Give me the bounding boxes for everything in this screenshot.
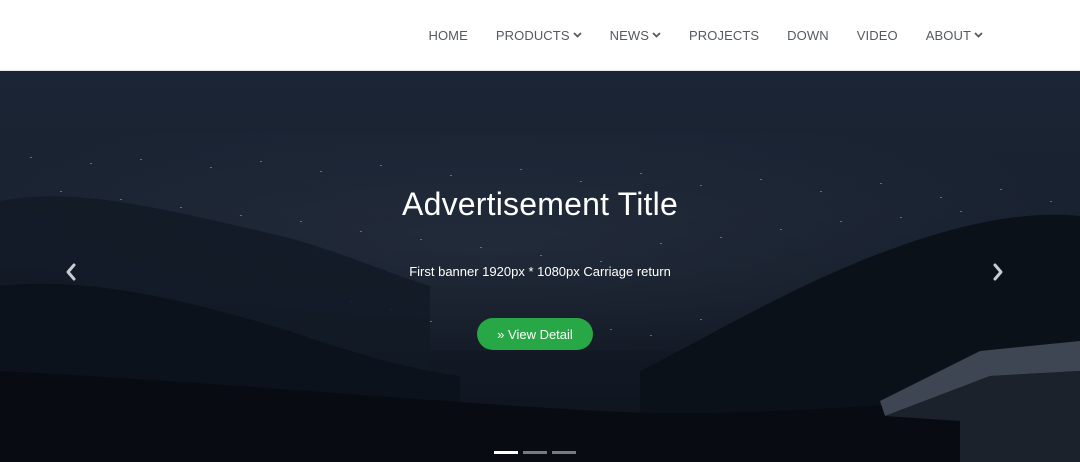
chevron-right-icon[interactable] [991,262,1005,282]
nav-item-label: NEWS [609,28,650,43]
slide-indicator-2[interactable] [523,451,547,454]
nav-item-label: HOME [428,28,468,43]
slide-indicators [494,451,576,454]
nav-item-products[interactable]: PRODUCTS [496,28,582,43]
slide-indicator-3[interactable] [552,451,576,454]
chevron-down-icon [572,30,582,39]
chevron-down-icon [974,30,983,39]
view-detail-button[interactable]: » View Detail [477,318,593,350]
nav-item-projects[interactable]: PROJECTS [689,28,759,43]
nav-item-video[interactable]: VIDEO [857,28,898,43]
nav-item-label: DOWN [787,28,829,43]
hero-banner: Advertisement Title First banner 1920px … [0,71,1080,462]
nav-item-down[interactable]: DOWN [787,28,829,43]
nav-item-label: VIDEO [856,28,898,43]
nav-item-news[interactable]: NEWS [610,28,661,43]
site-header: HOME PRODUCTS NEWS PROJECTS DOWN VIDEO A… [0,0,1080,71]
banner-subtitle: First banner 1920px * 1080px Carriage re… [409,264,671,279]
nav-item-home[interactable]: HOME [428,28,467,43]
nav-item-label: PROJECTS [689,28,760,43]
main-nav: HOME PRODUCTS NEWS PROJECTS DOWN VIDEO A… [428,0,983,71]
chevron-left-icon[interactable] [64,262,78,282]
chevron-down-icon [652,30,661,39]
nav-item-label: PRODUCTS [495,28,570,43]
slide-indicator-1[interactable] [494,451,518,454]
banner-title: Advertisement Title [402,186,678,222]
nav-item-about[interactable]: ABOUT [926,28,983,43]
nav-item-label: ABOUT [925,28,971,43]
